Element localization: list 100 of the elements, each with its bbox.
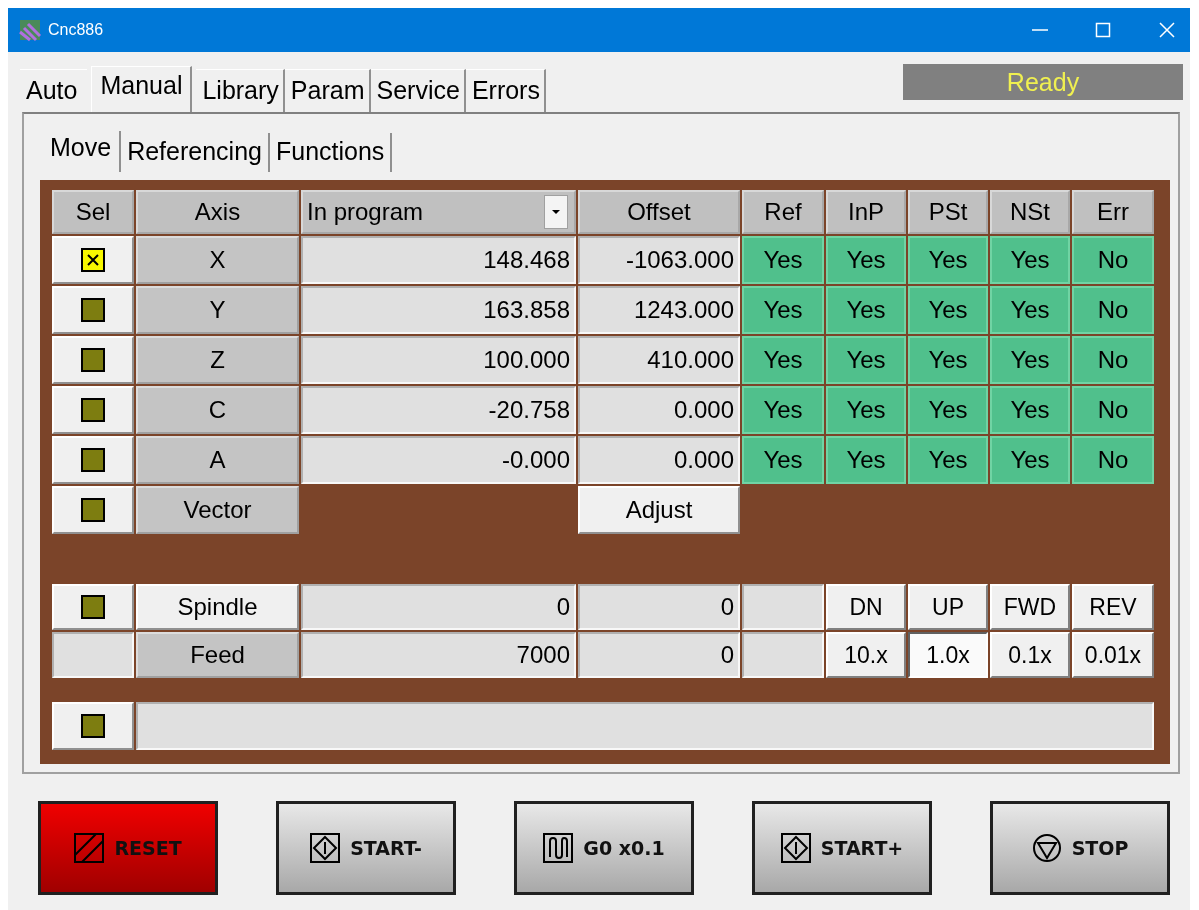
status-cell: Yes <box>742 386 824 434</box>
button[interactable]: 0.01x <box>1072 632 1154 678</box>
tab[interactable]: Service <box>370 69 466 112</box>
tab[interactable]: Errors <box>465 69 546 112</box>
checkbox[interactable] <box>81 498 105 522</box>
wave-icon <box>543 833 574 863</box>
dropdown-value: In program <box>307 198 424 226</box>
status-cell: Yes <box>742 286 824 334</box>
tab[interactable]: Manual <box>91 66 193 112</box>
window-title: Cnc886 <box>48 21 104 39</box>
button[interactable]: 10.x <box>826 632 906 678</box>
checkbox[interactable] <box>81 714 105 738</box>
table-cell: 0 <box>301 584 576 630</box>
table-cell: 0 <box>578 584 740 630</box>
spindle-button[interactable]: Spindle <box>136 584 299 630</box>
action-button[interactable]: G0 x0.1 <box>514 801 694 895</box>
column-header: Ref <box>742 190 824 234</box>
table-cell: -20.758 <box>301 386 576 434</box>
table-cell: 0.000 <box>578 386 740 434</box>
select-button[interactable] <box>52 486 134 534</box>
close-icon <box>1158 22 1176 38</box>
status-cell: Yes <box>826 436 906 484</box>
button[interactable]: REV <box>1072 584 1154 630</box>
status-cell: Yes <box>908 336 988 384</box>
axis-label: C <box>136 386 299 434</box>
status-cell: Yes <box>742 336 824 384</box>
start-icon <box>780 833 811 863</box>
column-header: Axis <box>136 190 299 234</box>
button[interactable]: 0.1x <box>990 632 1070 678</box>
button[interactable]: DN <box>826 584 906 630</box>
checkbox[interactable] <box>81 398 105 422</box>
tab[interactable]: Referencing <box>121 133 270 172</box>
status-cell: Yes <box>908 386 988 434</box>
table-cell: 148.468 <box>301 236 576 284</box>
table-cell: 7000 <box>301 632 576 678</box>
button[interactable]: UP <box>908 584 988 630</box>
status-cell: Yes <box>990 436 1070 484</box>
select-button[interactable] <box>52 286 134 334</box>
column-header: PSt <box>908 190 988 234</box>
dropdown-arrow-button[interactable] <box>544 195 568 229</box>
caret-icon <box>552 210 560 214</box>
checkbox[interactable] <box>81 348 105 372</box>
status-cell: Yes <box>826 236 906 284</box>
tab[interactable]: Move <box>40 131 122 172</box>
status-cell: Yes <box>908 286 988 334</box>
column-header: NSt <box>990 190 1070 234</box>
status-cell: Yes <box>990 386 1070 434</box>
command-field[interactable] <box>136 702 1154 750</box>
select-button[interactable] <box>52 386 134 434</box>
dropdown[interactable]: In program <box>301 190 576 234</box>
checkbox[interactable] <box>81 448 105 472</box>
select-button[interactable] <box>52 702 134 750</box>
table-cell: 163.858 <box>301 286 576 334</box>
reset-icon <box>74 833 105 863</box>
checkbox[interactable] <box>81 248 105 272</box>
status-cell: Yes <box>990 236 1070 284</box>
status-cell: No <box>1072 286 1154 334</box>
axis-label: X <box>136 236 299 284</box>
column-header: Sel <box>52 190 134 234</box>
select-button[interactable] <box>52 436 134 484</box>
start-icon <box>310 833 341 863</box>
tab[interactable]: Functions <box>269 133 393 172</box>
column-header: Offset <box>578 190 740 234</box>
action-button[interactable]: STOP <box>990 801 1170 895</box>
table-cell: 0 <box>578 632 740 678</box>
tab[interactable]: Library <box>196 69 285 112</box>
axis-label: Y <box>136 286 299 334</box>
table-cell: 100.000 <box>301 336 576 384</box>
action-button[interactable]: START+ <box>752 801 932 895</box>
status-cell: Yes <box>990 336 1070 384</box>
status-cell: Yes <box>908 236 988 284</box>
select-button[interactable] <box>52 236 134 284</box>
status-cell: Yes <box>826 386 906 434</box>
table-cell: -0.000 <box>301 436 576 484</box>
checkbox[interactable] <box>81 298 105 322</box>
select-button[interactable] <box>52 336 134 384</box>
column-header: Err <box>1072 190 1154 234</box>
checkbox[interactable] <box>81 595 105 619</box>
table-cell: 0.000 <box>578 436 740 484</box>
status-indicator: Ready <box>903 64 1183 100</box>
button[interactable]: FWD <box>990 584 1070 630</box>
axis-label: Z <box>136 336 299 384</box>
tab[interactable]: Param <box>284 69 371 112</box>
column-header: InP <box>826 190 906 234</box>
table-cell: -1063.000 <box>578 236 740 284</box>
action-button[interactable]: START- <box>276 801 456 895</box>
stop-icon <box>1031 833 1062 863</box>
status-cell: No <box>1072 336 1154 384</box>
axis-label: Vector <box>136 486 299 534</box>
app-icon <box>18 18 42 42</box>
table-cell: 410.000 <box>578 336 740 384</box>
table-cell: 1243.000 <box>578 286 740 334</box>
minimize-icon <box>1032 29 1048 31</box>
status-cell: Yes <box>908 436 988 484</box>
status-cell: No <box>1072 236 1154 284</box>
button[interactable]: 1.0x <box>908 632 988 678</box>
cross-icon <box>85 252 101 268</box>
select-button[interactable] <box>52 584 134 630</box>
status-cell: Yes <box>826 336 906 384</box>
adjust-button[interactable]: Adjust <box>578 486 740 534</box>
